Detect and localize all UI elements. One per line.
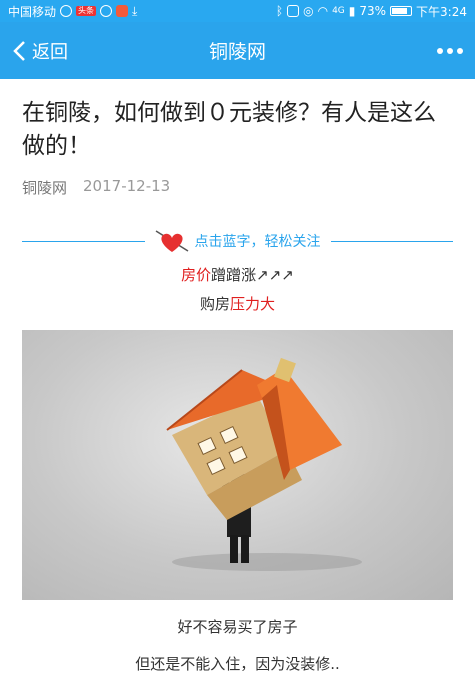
safari-icon [100, 5, 113, 17]
caption-1: 好不容易买了房子 [177, 618, 298, 636]
download-icon: ⤓ [132, 3, 138, 18]
intro-line-1: 房价蹭蹭涨↗↗↗ [22, 264, 453, 285]
bluetooth-icon: ᛒ [275, 4, 284, 18]
divider [22, 240, 145, 242]
eye-icon [60, 5, 73, 17]
intro-line-2: 购房压力大 [22, 293, 453, 314]
toutiao-app-icon: 头条 [76, 6, 97, 16]
caption-2: 但还是不能入住，因为没装修.. [135, 655, 340, 673]
source-link[interactable]: 铜陵网 [22, 177, 67, 198]
network-text: 4G [332, 6, 345, 16]
carrier-text: 中国移动 [8, 4, 57, 19]
page-title: 铜陵网 [208, 41, 266, 63]
more-options-icon[interactable] [437, 47, 463, 54]
article-title: 在铜陵，如何做到０元装修？有人是这么做的！ [22, 100, 436, 159]
battery-percent: 73% [359, 4, 387, 18]
divider [330, 240, 453, 242]
clock-text: 下午3:24 [416, 4, 467, 19]
body-text: 购房 [199, 295, 230, 313]
back-button[interactable]: 返回 [12, 38, 68, 64]
emphasis-text: 压力大 [230, 295, 276, 313]
follow-banner[interactable]: 点击蓝字，轻松关注 [22, 228, 453, 254]
chevron-left-icon [12, 40, 26, 62]
body-text: 蹭蹭涨↗↗↗ [211, 266, 294, 284]
publish-date: 2017-12-13 [83, 177, 171, 195]
signal-icon: ▮ [348, 4, 356, 18]
article-image [22, 330, 453, 600]
article: 在铜陵，如何做到０元装修？有人是这么做的！ 铜陵网 2017-12-13 点击蓝… [0, 79, 475, 674]
article-meta: 铜陵网 2017-12-13 [22, 177, 453, 198]
heart-arrow-icon [155, 228, 189, 254]
video-app-icon [116, 5, 129, 17]
battery-icon [390, 6, 413, 16]
status-bar: 中国移动 头条 ⤓ ᛒ ◎ ◠ 4G ▮ 73% 下午3:24 [0, 0, 475, 22]
nav-bar: 返回 铜陵网 [0, 22, 475, 79]
hd-icon [287, 5, 300, 17]
follow-text: 点击蓝字，轻松关注 [194, 234, 321, 250]
eye-comfort-icon: ◎ [303, 4, 314, 18]
emphasis-text: 房价 [181, 266, 212, 284]
back-label: 返回 [32, 41, 68, 63]
wifi-icon: ◠ [317, 4, 329, 18]
